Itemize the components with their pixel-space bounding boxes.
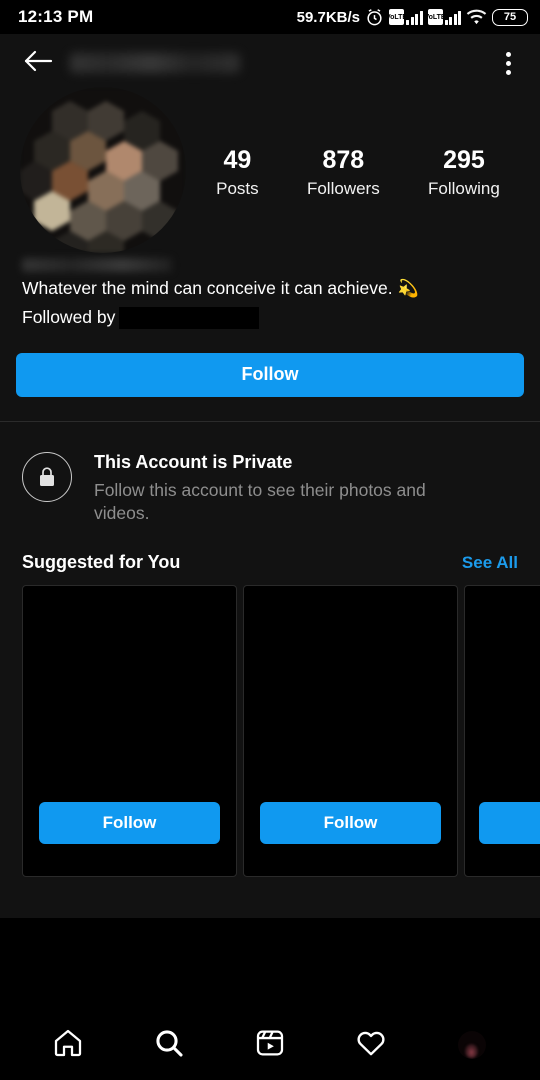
- followed-by-label: Followed by: [22, 307, 116, 328]
- nav-profile-button[interactable]: [444, 1017, 500, 1073]
- search-icon: [153, 1027, 185, 1064]
- follow-button-label: Follow: [241, 364, 299, 385]
- avatar-pixelated-image: [20, 87, 186, 253]
- alarm-clock-icon: [365, 8, 384, 27]
- home-icon: [52, 1027, 84, 1064]
- card-follow-button[interactable]: [479, 802, 540, 845]
- profile-bio-text: Whatever the mind can conceive it can ac…: [22, 276, 518, 302]
- sim1-volte-label: VoLTE: [385, 13, 408, 21]
- bottom-navigation-bar: [0, 1010, 540, 1080]
- status-bar: 12:13 PM 59.7KB/s VoLTE VoLTE 75: [0, 0, 540, 34]
- suggested-title: Suggested for You: [22, 552, 181, 573]
- back-button[interactable]: [16, 41, 60, 85]
- card-follow-label: Follow: [323, 813, 378, 833]
- overflow-menu-icon: [505, 51, 511, 57]
- follow-button[interactable]: Follow: [16, 352, 524, 397]
- card-follow-label: Follow: [102, 813, 157, 833]
- posts-label: Posts: [216, 178, 259, 198]
- heart-icon: [355, 1027, 387, 1064]
- network-speed-indicator: 59.7KB/s: [296, 8, 360, 26]
- stat-following[interactable]: 295 Following: [428, 145, 500, 202]
- profile-display-name-redacted: [22, 258, 172, 272]
- top-navigation-bar: [0, 34, 540, 92]
- stat-posts[interactable]: 49 Posts: [216, 145, 259, 202]
- sim2-volte-label: VoLTE: [424, 13, 446, 21]
- posts-count: 49: [223, 145, 252, 174]
- card-follow-button[interactable]: Follow: [39, 802, 220, 845]
- following-label: Following: [428, 178, 500, 198]
- suggested-accounts-carousel[interactable]: Follow Follow: [0, 585, 540, 878]
- nav-home-button[interactable]: [40, 1017, 96, 1073]
- followers-label: Followers: [306, 178, 380, 198]
- back-arrow-icon: [23, 48, 53, 79]
- dizzy-emoji-icon: 💫: [397, 279, 419, 298]
- following-count: 295: [443, 145, 485, 174]
- battery-indicator: 75: [492, 8, 528, 26]
- followed-by-name-redacted: [119, 306, 260, 329]
- suggested-header: Suggested for You See All: [0, 526, 540, 585]
- overflow-menu-button[interactable]: [486, 41, 530, 85]
- nav-reels-button[interactable]: [242, 1017, 298, 1073]
- avatar[interactable]: [20, 87, 186, 253]
- see-all-link[interactable]: See All: [462, 553, 518, 573]
- instagram-profile-screen: 12:13 PM 59.7KB/s VoLTE VoLTE 75 49 Post…: [0, 0, 540, 1080]
- sim2-signal-icon: VoLTE: [424, 9, 461, 25]
- nav-search-button[interactable]: [141, 1017, 197, 1073]
- profile-avatar-icon: [457, 1031, 486, 1059]
- reels-icon: [254, 1027, 286, 1064]
- stat-followers[interactable]: 878 Followers: [307, 145, 380, 202]
- status-bar-clock: 12:13 PM: [18, 7, 94, 26]
- nav-activity-button[interactable]: [343, 1017, 399, 1073]
- wifi-icon: [466, 9, 487, 26]
- suggested-account-card[interactable]: [464, 585, 540, 878]
- private-account-subtitle: Follow this account to see their photos …: [94, 479, 426, 524]
- profile-username-redacted: [70, 53, 240, 73]
- profile-stats: 49 Posts 878 Followers 295 Following: [186, 145, 524, 202]
- profile-bio-section: Whatever the mind can conceive it can ac…: [0, 252, 540, 329]
- private-account-notice: This Account is Private Follow this acco…: [0, 422, 540, 527]
- private-account-title: This Account is Private: [94, 451, 293, 472]
- followed-by-row[interactable]: Followed by: [22, 306, 518, 329]
- lock-icon: [22, 451, 72, 502]
- card-follow-button[interactable]: Follow: [260, 802, 441, 845]
- suggested-account-card[interactable]: Follow: [243, 585, 458, 878]
- suggested-account-card[interactable]: Follow: [22, 585, 237, 878]
- profile-header: 49 Posts 878 Followers 295 Following: [0, 87, 540, 253]
- sim1-signal-icon: VoLTE: [385, 9, 423, 25]
- battery-level-text: 75: [503, 11, 517, 23]
- bio-text: Whatever the mind can conceive it can ac…: [22, 278, 393, 298]
- followers-count: 878: [322, 145, 365, 174]
